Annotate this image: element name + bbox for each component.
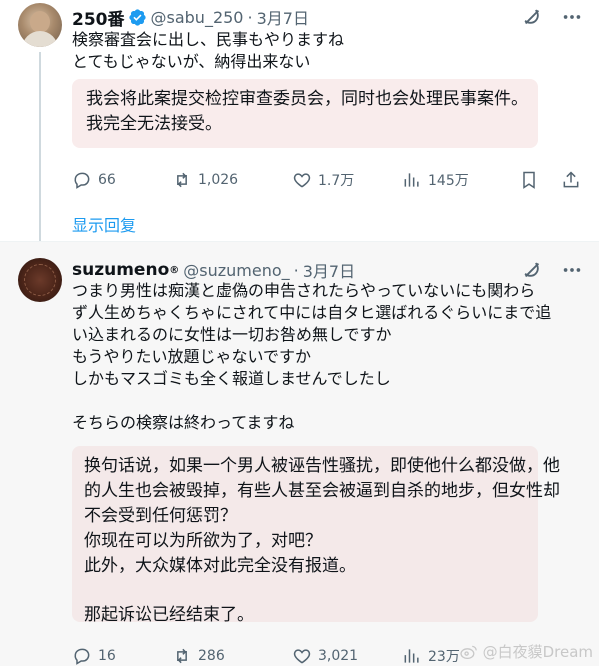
registered-mark: ® — [169, 264, 180, 276]
retweet-button[interactable]: 286 — [172, 646, 292, 666]
tweet-text: 検察審査会に出し、民事もやりますね とてもじゃないが、納得出来ない — [72, 29, 582, 73]
retweet-count: 286 — [198, 648, 225, 664]
tweet-header: suzumeno ® @suzumeno_ · 3月7日 — [72, 258, 355, 282]
tweet-text-line: しかもマスゴミも全く報道しませんでしたし — [72, 369, 391, 388]
more-icon[interactable] — [561, 6, 583, 28]
tweet-text-line: ず人生めちゃくちゃにされて中には自タヒ選ばれるぐらいにまで追 — [72, 303, 552, 322]
translation-line: 的人生也会被毁掉，有些人甚至会被逼到自杀的地步，但女性却 — [84, 481, 560, 501]
grok-icon[interactable] — [521, 259, 543, 281]
author-name[interactable]: 250番 — [72, 5, 125, 30]
views-count: 23万 — [428, 649, 460, 665]
translation-line: 你现在可以为所欲为了，对吧？ — [84, 531, 322, 551]
reply-button[interactable]: 16 — [72, 646, 172, 666]
avatar-body — [22, 31, 58, 47]
tweet-text-line — [72, 390, 582, 412]
translation-line: 此外，大众媒体对此完全没有报道。 — [84, 556, 356, 576]
tweet-text-line: そちらの検察は終わってますね — [72, 413, 295, 432]
tweet-header: 250番 @sabu_250 · 3月7日 — [72, 4, 309, 30]
tweet-metrics: 66 1,026 1.7万 145万 — [72, 168, 584, 192]
reply-button[interactable]: 66 — [72, 170, 172, 190]
like-count: 1.7万 — [318, 173, 355, 189]
reply-count: 16 — [98, 648, 116, 664]
heart-icon — [293, 649, 311, 664]
translation-box: 我会将此案提交检控审查委员会，同时也会处理民事案件。 我完全无法接受。 — [72, 79, 538, 148]
tweet-extra-actions — [518, 169, 582, 191]
thread-line — [39, 52, 41, 241]
heart-icon — [293, 173, 311, 188]
tweet-1[interactable]: 250番 @sabu_250 · 3月7日 検察審査会に出し、民事もやりますね … — [0, 0, 599, 241]
avatar-face — [30, 11, 50, 33]
like-count: 3,021 — [318, 648, 359, 664]
watermark: @白夜貘Dream — [459, 641, 593, 662]
separator-dot: · — [293, 260, 299, 280]
views-icon — [404, 173, 419, 187]
grok-icon[interactable] — [521, 6, 543, 28]
reply-count: 66 — [98, 172, 116, 188]
views-button[interactable]: 145万 — [402, 170, 512, 190]
more-icon[interactable] — [561, 259, 583, 281]
translation-line — [84, 579, 526, 603]
weibo-logo-icon — [459, 645, 477, 659]
bookmark-icon[interactable] — [518, 169, 540, 191]
tweet-text-line: つまり男性は痴漢と虚偽の申告されたらやっていないにも関わら — [72, 281, 536, 300]
separator-dot: · — [247, 7, 253, 27]
retweet-button[interactable]: 1,026 — [172, 170, 292, 190]
tweet-text-line: とてもじゃないが、納得出来ない — [72, 52, 311, 71]
tweet-date[interactable]: 3月7日 — [303, 258, 355, 282]
author-name[interactable]: suzumeno — [72, 260, 169, 280]
share-icon[interactable] — [560, 169, 582, 191]
author-handle[interactable]: @suzumeno_ — [183, 261, 289, 280]
tweet-text-line: 検察審査会に出し、民事もやりますね — [72, 30, 345, 49]
watermark-text: @白夜貘Dream — [482, 643, 593, 661]
views-count: 145万 — [428, 173, 469, 189]
views-icon — [404, 649, 419, 663]
like-button[interactable]: 3,021 — [292, 646, 402, 666]
verified-badge-icon — [128, 8, 146, 26]
translation-line: 我完全无法接受。 — [86, 114, 222, 134]
retweet-count: 1,026 — [198, 172, 239, 188]
retweet-icon — [177, 172, 187, 188]
top-actions — [521, 6, 583, 28]
translation-line: 那起诉讼已经结束了。 — [84, 605, 254, 625]
top-actions — [521, 259, 583, 281]
tweet-text-line: い込まれるのに女性は一切お咎め無しですか — [72, 325, 392, 344]
avatar-pattern — [24, 264, 56, 296]
tweet-date[interactable]: 3月7日 — [257, 5, 309, 29]
translation-line: 我会将此案提交检控审查委员会，同时也会处理民事案件。 — [86, 89, 528, 109]
tweet-2[interactable]: suzumeno ® @suzumeno_ · 3月7日 つまり男性は痴漢と虚偽… — [0, 241, 599, 666]
like-button[interactable]: 1.7万 — [292, 170, 402, 190]
avatar[interactable] — [18, 258, 62, 302]
avatar[interactable] — [18, 3, 62, 47]
reply-icon — [74, 648, 90, 665]
translation-line: 不会受到任何惩罚？ — [84, 506, 237, 526]
show-replies-link[interactable]: 显示回复 — [72, 212, 136, 236]
reply-icon — [74, 172, 90, 189]
author-handle[interactable]: @sabu_250 — [151, 8, 244, 27]
translation-line: 换句话说，如果一个男人被诬告性骚扰，即使他什么都没做，他 — [84, 456, 560, 476]
tweet-text: つまり男性は痴漢と虚偽の申告されたらやっていないにも関わら ず人生めちゃくちゃに… — [72, 280, 582, 434]
translation-box: 换句话说，如果一个男人被诬告性骚扰，即使他什么都没做，他 的人生也会被毁掉，有些… — [72, 446, 560, 625]
retweet-icon — [177, 648, 187, 664]
tweet-text-line: もうやりたい放題じゃないですか — [72, 347, 312, 366]
